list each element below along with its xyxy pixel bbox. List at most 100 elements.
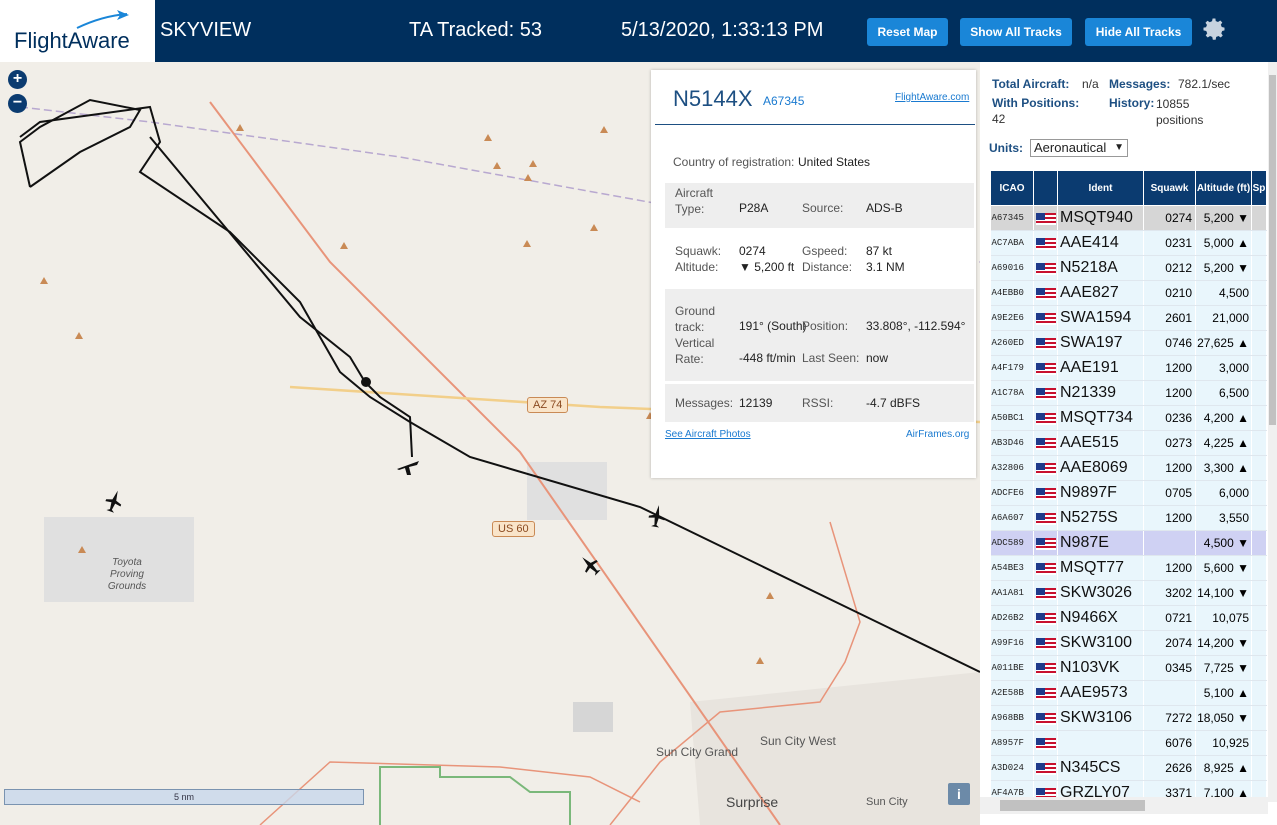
info-group-signal: Messages: 12139 RSSI: -4.7 dBFS — [665, 384, 974, 422]
table-row[interactable]: AA1A81 SKW3026 3202 14,100 ▼ — [990, 580, 1267, 606]
row-squawk: 1200 — [1143, 505, 1196, 531]
vertical-scrollbar-thumb[interactable] — [1269, 75, 1276, 425]
row-speed — [1251, 755, 1267, 781]
lastseen-label: Last Seen: — [802, 351, 860, 365]
row-altitude: 6,000 — [1195, 480, 1252, 506]
gear-icon[interactable] — [1200, 15, 1228, 43]
history-value: 10855 positions — [1156, 97, 1204, 127]
table-header-row: ICAO Ident Squawk Altitude (ft) Sp — [990, 170, 1267, 206]
table-row[interactable]: A1C78A N21339 1200 6,500 — [990, 380, 1267, 406]
row-squawk — [1143, 680, 1196, 706]
us-flag-icon — [1036, 237, 1056, 250]
horizontal-scrollbar-thumb[interactable] — [1000, 800, 1145, 811]
flag-cell — [1033, 555, 1058, 581]
table-row[interactable]: AB3D46 AAE515 0273 4,225 ▲ — [990, 430, 1267, 456]
table-row[interactable]: A6A607 N5275S 1200 3,550 — [990, 505, 1267, 531]
column-header-icao[interactable]: ICAO — [990, 170, 1034, 206]
us-flag-icon — [1036, 337, 1056, 350]
row-ident: N9897F — [1057, 480, 1144, 506]
row-speed — [1251, 630, 1267, 656]
aircraft-icon[interactable] — [395, 457, 421, 477]
table-row[interactable]: A32806 AAE8069 1200 3,300 ▲ — [990, 455, 1267, 481]
show-all-tracks-button[interactable]: Show All Tracks — [960, 18, 1072, 46]
aircraft-detail-panel: N5144X A67345 FlightAware.com Country of… — [651, 70, 976, 478]
table-row[interactable]: A968BB SKW3106 7272 18,050 ▼ — [990, 705, 1267, 731]
table-row[interactable]: A3D024 N345CS 2626 8,925 ▲ — [990, 755, 1267, 781]
row-speed — [1251, 280, 1267, 306]
flag-cell — [1033, 630, 1058, 656]
column-header-squawk[interactable]: Squawk — [1143, 170, 1196, 206]
row-icao: A67345 — [990, 205, 1034, 231]
row-squawk: 0721 — [1143, 605, 1196, 631]
row-altitude: 5,600 ▼ — [1195, 555, 1252, 581]
row-altitude: 5,100 ▲ — [1195, 680, 1252, 706]
flightaware-link[interactable]: FlightAware.com — [895, 92, 969, 103]
aircraft-hex-link[interactable]: A67345 — [763, 94, 804, 108]
us-flag-icon — [1036, 587, 1056, 600]
us-flag-icon — [1036, 712, 1056, 725]
row-altitude: 18,050 ▼ — [1195, 705, 1252, 731]
squawk-label: Squawk: — [675, 244, 722, 258]
table-row[interactable]: ADC589 N987E 4,500 ▼ — [990, 530, 1267, 556]
table-row[interactable]: A99F16 SKW3100 2074 14,200 ▼ — [990, 630, 1267, 656]
us-flag-icon — [1036, 562, 1056, 575]
flag-cell — [1033, 330, 1058, 356]
row-altitude: 5,200 ▼ — [1195, 255, 1252, 281]
table-row[interactable]: A011BE N103VK 0345 7,725 ▼ — [990, 655, 1267, 681]
table-row[interactable]: A50BC1 MSQT734 0236 4,200 ▲ — [990, 405, 1267, 431]
table-row[interactable]: A2E58B AAE9573 5,100 ▲ — [990, 680, 1267, 706]
us-flag-icon — [1036, 412, 1056, 425]
table-row[interactable]: A4F179 AAE191 1200 3,000 — [990, 355, 1267, 381]
aircraft-icon[interactable] — [104, 488, 124, 514]
row-speed — [1251, 555, 1267, 581]
info-icon[interactable]: i — [948, 783, 970, 805]
aircraft-icon[interactable] — [578, 552, 602, 576]
table-row[interactable]: A67345 MSQT940 0274 5,200 ▼ — [990, 205, 1267, 231]
row-altitude: 4,500 — [1195, 280, 1252, 306]
us-flag-icon — [1036, 612, 1056, 625]
row-icao: A54BE3 — [990, 555, 1034, 581]
column-header-ident[interactable]: Ident — [1057, 170, 1144, 206]
table-row[interactable]: ADCFE6 N9897F 0705 6,000 — [990, 480, 1267, 506]
flag-cell — [1033, 255, 1058, 281]
table-row[interactable]: AC7ABA AAE414 0231 5,000 ▲ — [990, 230, 1267, 256]
row-squawk: 0231 — [1143, 230, 1196, 256]
airframes-link[interactable]: AirFrames.org — [906, 429, 969, 440]
zoom-out-button[interactable]: − — [8, 94, 27, 113]
us-flag-icon — [1036, 687, 1056, 700]
hide-all-tracks-button[interactable]: Hide All Tracks — [1085, 18, 1192, 46]
units-select[interactable]: Aeronautical ▼ — [1030, 139, 1128, 157]
row-ident: N21339 — [1057, 380, 1144, 406]
row-altitude: 8,925 ▲ — [1195, 755, 1252, 781]
table-row[interactable]: A54BE3 MSQT77 1200 5,600 ▼ — [990, 555, 1267, 581]
table-row[interactable]: A4EBB0 AAE827 0210 4,500 — [990, 280, 1267, 306]
table-row[interactable]: A8957F 6076 10,925 — [990, 730, 1267, 756]
flag-cell — [1033, 580, 1058, 606]
reset-map-button[interactable]: Reset Map — [867, 18, 948, 46]
column-header-flag[interactable] — [1033, 170, 1058, 206]
info-group-aircraft: Aircraft Type: P28A Source: ADS-B — [665, 183, 974, 228]
row-squawk: 2074 — [1143, 630, 1196, 656]
row-icao: A260ED — [990, 330, 1034, 356]
column-header-speed[interactable]: Sp — [1251, 170, 1267, 206]
column-header-altitude[interactable]: Altitude (ft) — [1195, 170, 1252, 206]
table-row[interactable]: A9E2E6 SWA1594 2601 21,000 — [990, 305, 1267, 331]
table-row[interactable]: A69016 N5218A 0212 5,200 ▼ — [990, 255, 1267, 281]
track-label: Ground track: — [675, 304, 716, 334]
zoom-in-button[interactable]: + — [8, 70, 27, 89]
flightaware-logo[interactable]: FlightAware — [0, 0, 155, 62]
row-squawk: 7272 — [1143, 705, 1196, 731]
distance-value: 3.1 NM — [866, 260, 905, 274]
aircraft-icon[interactable] — [647, 503, 667, 529]
row-icao: A2E58B — [990, 680, 1034, 706]
table-row[interactable]: A260ED SWA197 0746 27,625 ▲ — [990, 330, 1267, 356]
aircraft-photos-link[interactable]: See Aircraft Photos — [665, 429, 751, 440]
table-row[interactable]: AD26B2 N9466X 0721 10,075 — [990, 605, 1267, 631]
top-bar: FlightAware SKYVIEW TA Tracked: 53 5/13/… — [0, 0, 1277, 62]
row-icao: A99F16 — [990, 630, 1034, 656]
row-speed — [1251, 330, 1267, 356]
row-ident: AAE827 — [1057, 280, 1144, 306]
flag-cell — [1033, 455, 1058, 481]
us-flag-icon — [1036, 287, 1056, 300]
row-speed — [1251, 480, 1267, 506]
